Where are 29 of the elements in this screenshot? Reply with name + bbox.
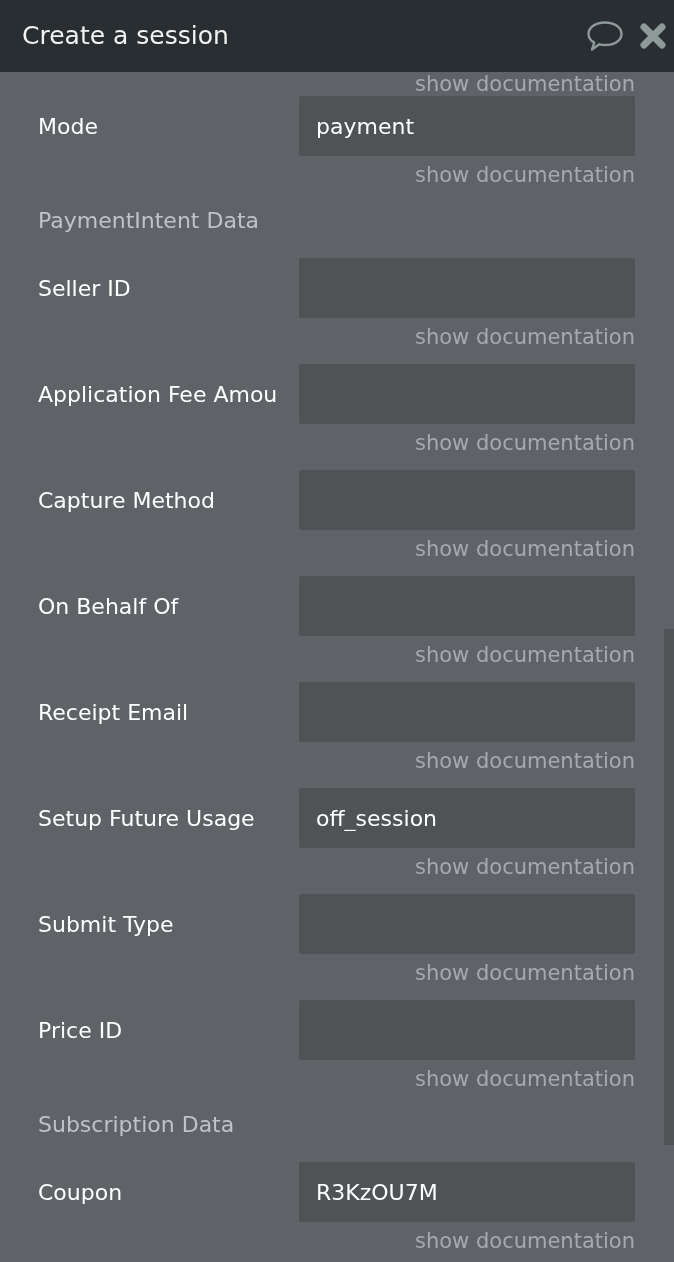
text-field[interactable]: off_session bbox=[299, 788, 635, 848]
text-field[interactable]: payment bbox=[299, 96, 635, 156]
show-documentation-link[interactable]: show documentation bbox=[415, 641, 635, 669]
show-documentation-link[interactable]: show documentation bbox=[415, 323, 635, 351]
field-label: Receipt Email bbox=[38, 699, 189, 725]
field-label: Mode bbox=[38, 113, 98, 139]
speech-bubble-icon[interactable] bbox=[586, 20, 624, 52]
field-label: Application Fee Amou bbox=[38, 381, 278, 407]
show-documentation-link[interactable]: show documentation bbox=[415, 1227, 635, 1255]
show-documentation-link[interactable]: show documentation bbox=[415, 429, 635, 457]
field-label: Price ID bbox=[38, 1017, 123, 1043]
field-label: Coupon bbox=[38, 1179, 123, 1205]
show-documentation-link[interactable]: show documentation bbox=[415, 535, 635, 563]
field-label: On Behalf Of bbox=[38, 593, 179, 619]
section-heading: Subscription Data bbox=[38, 1110, 235, 1139]
show-documentation-link[interactable]: show documentation bbox=[415, 1065, 635, 1093]
show-documentation-link[interactable]: show documentation bbox=[415, 72, 635, 96]
window-title: Create a session bbox=[22, 21, 229, 51]
close-icon[interactable] bbox=[640, 23, 666, 49]
show-documentation-link[interactable]: show documentation bbox=[415, 853, 635, 881]
show-documentation-link[interactable]: show documentation bbox=[415, 747, 635, 775]
field-label: Submit Type bbox=[38, 911, 174, 937]
field-label: Capture Method bbox=[38, 487, 215, 513]
text-field[interactable]: R3KzOU7M bbox=[299, 1162, 635, 1222]
field-label: Setup Future Usage bbox=[38, 805, 255, 831]
section-heading: PaymentIntent Data bbox=[38, 206, 259, 235]
show-documentation-link[interactable]: show documentation bbox=[415, 161, 635, 189]
show-documentation-link[interactable]: show documentation bbox=[415, 959, 635, 987]
field-label: Seller ID bbox=[38, 275, 131, 301]
